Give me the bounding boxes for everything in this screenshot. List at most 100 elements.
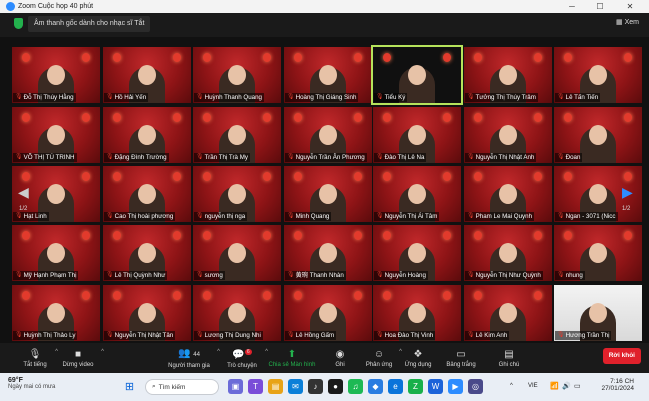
participant-tile[interactable]: 🎙 Đỗ Thị Thúy Hằng <box>12 47 100 103</box>
participant-tile[interactable]: 🎙 Cao Thị hoài phương <box>103 166 191 222</box>
participant-name-label: 🎙 Nguyễn Trần Ân Phương <box>285 153 367 162</box>
participant-tile[interactable]: 🎙 Huỳnh Thị Thảo Ly <box>12 285 100 341</box>
tiktok-icon[interactable]: ♪ <box>308 379 323 394</box>
chevron-up-icon[interactable]: ^ <box>101 349 104 355</box>
apps-button[interactable]: ❖ Ứng dụng <box>403 343 433 373</box>
participant-name: Hoàng Thị Giáng Sinh <box>295 94 357 101</box>
participant-name-label: 🎙 VÕ THỊ TÚ TRINH <box>13 153 77 162</box>
reactions-button[interactable]: ☺ Phản ứng ^ <box>364 343 402 373</box>
participant-tile[interactable]: 🎙 nguyễn thị nga <box>193 166 281 222</box>
participant-tile[interactable]: 🎙 黄琬 Thanh Nhàn <box>284 225 372 281</box>
participant-tile[interactable]: 🎙 sương <box>193 225 281 281</box>
participant-tile[interactable]: 🎙 VÕ THỊ TÚ TRINH <box>12 107 100 163</box>
zoom-taskbar-icon[interactable]: ▶ <box>448 379 463 394</box>
participant-tile[interactable]: 🎙 Nguyễn Hoàng <box>373 225 461 281</box>
view-button[interactable]: ▦ Xem <box>616 18 639 26</box>
store-icon[interactable]: ◆ <box>368 379 383 394</box>
teams-icon[interactable]: T <box>248 379 263 394</box>
messenger-icon[interactable]: ✉ <box>288 379 303 394</box>
chevron-up-icon[interactable]: ^ <box>55 349 58 355</box>
chat-icon: 💬 6 <box>232 349 252 361</box>
participant-tile[interactable]: 🎙 Huỳnh Thanh Quang <box>193 47 281 103</box>
chevron-up-icon[interactable]: ^ <box>399 349 402 355</box>
lantern-decoration <box>263 53 271 62</box>
participant-tile[interactable]: 🎙 Nguyễn Thị Ái Tâm <box>373 166 461 222</box>
app-icon-2[interactable]: ◎ <box>468 379 483 394</box>
record-button[interactable]: ◉ Ghi <box>330 343 350 373</box>
lantern-decoration <box>624 172 632 181</box>
participant-tile[interactable]: 🎙 Đoan <box>554 107 642 163</box>
language-indicator[interactable]: VIE <box>528 383 538 389</box>
mic-muted-icon: 🎙 <box>376 272 384 278</box>
participant-tile[interactable]: 🎙 Đặng Đình Trường <box>103 107 191 163</box>
participant-tile[interactable]: 🎙 Tưởng Thị Thúy Trâm <box>464 47 552 103</box>
prev-page-arrow-icon[interactable]: ◀ <box>18 184 29 201</box>
share-screen-button[interactable]: ⬆ Chia sẻ Màn hình <box>268 343 316 373</box>
lantern-decoration <box>443 231 451 240</box>
participant-tile[interactable]: 🎙 Pham Le Mai Quynh <box>464 166 552 222</box>
participant-tile[interactable]: 🎙 Lê Kim Anh <box>464 285 552 341</box>
participant-tile[interactable]: 🎙 nhung <box>554 225 642 281</box>
taskbar-search[interactable]: ⌕ Tìm kiếm <box>145 379 219 395</box>
participant-tile[interactable]: 🎙 Hồ Hải Yến <box>103 47 191 103</box>
view-button-label: Xem <box>624 19 639 26</box>
lantern-decoration <box>113 53 121 62</box>
lantern-decoration <box>82 172 90 181</box>
weather-widget[interactable]: 69°F Ngày mai có mưa <box>8 377 68 390</box>
participant-tile[interactable]: 🎙 Hoa Đào Thị Vinh <box>373 285 461 341</box>
lantern-decoration <box>474 172 482 181</box>
participant-tile[interactable]: 🎙 Mỹ Hạnh Phạm Thị <box>12 225 100 281</box>
mic-muted-icon: 🎙 <box>376 213 384 219</box>
spotify-icon[interactable]: ♫ <box>348 379 363 394</box>
participant-tile[interactable]: 🎙 Hoàng Thị Giáng Sinh <box>284 47 372 103</box>
maximize-button[interactable]: ☐ <box>589 0 611 13</box>
clock[interactable]: 7:16 CH 27/01/2024 <box>594 378 634 392</box>
participants-button[interactable]: 👥 44 Người tham gia ^ <box>166 343 220 373</box>
battery-icon[interactable]: ▭ <box>574 382 581 390</box>
word-icon[interactable]: W <box>428 379 443 394</box>
security-shield-icon[interactable] <box>14 18 23 29</box>
participant-tile[interactable]: 🎙 Minh Quang <box>284 166 372 222</box>
taskview-icon[interactable]: ▣ <box>228 379 243 394</box>
apps-icon: ❖ <box>413 348 423 360</box>
zalo-icon[interactable]: Z <box>408 379 423 394</box>
participant-tile[interactable]: 🎙 Đào Thị Lê Na <box>373 107 461 163</box>
participant-tile[interactable]: 🎙 Hương Trần Thị <box>554 285 642 341</box>
participant-tile[interactable]: 🎙 Lê Tấn Tiến <box>554 47 642 103</box>
minimize-button[interactable]: ─ <box>561 0 583 13</box>
participant-tile[interactable]: 🎙 Nguyễn Thị Nhật Tân <box>103 285 191 341</box>
whiteboard-button[interactable]: ▭ Bảng trắng <box>445 343 477 373</box>
participant-face <box>589 303 607 323</box>
participant-name: Hương Trần Thị <box>565 332 610 339</box>
participant-tile[interactable]: 🎙 Nguyễn Thị Nhật Anh <box>464 107 552 163</box>
participant-tile[interactable]: 🎙 Trần Thị Trà My <box>193 107 281 163</box>
participant-tile[interactable]: 🎙 Nguyễn Trần Ân Phương <box>284 107 372 163</box>
lantern-decoration <box>443 291 451 300</box>
grid-icon: ▦ <box>616 19 625 26</box>
edge-icon[interactable]: e <box>388 379 403 394</box>
close-button[interactable]: ✕ <box>619 0 641 13</box>
mute-button[interactable]: 🎙 Tắt tiếng ^ <box>20 343 58 373</box>
chevron-up-icon[interactable]: ^ <box>217 349 220 355</box>
notes-button[interactable]: ▤ Ghi chú <box>496 343 522 373</box>
volume-icon[interactable]: 🔊 <box>562 382 571 390</box>
participant-tile[interactable]: 🎙 Lương Thị Dung Nhi <box>193 285 281 341</box>
mic-muted-icon: 🎙 <box>196 213 204 219</box>
leave-button[interactable]: Rời khỏi <box>602 348 641 364</box>
mute-label: Tắt tiếng <box>23 361 47 368</box>
wifi-icon[interactable]: 📶 <box>550 382 559 390</box>
participant-name: nguyễn thị nga <box>204 213 246 220</box>
stop-video-button[interactable]: ■ Dừng video ^ <box>60 343 104 373</box>
original-sound-notice[interactable]: Âm thanh gốc dành cho nhạc sĩ Tắt <box>28 16 151 32</box>
tray-chevron-icon[interactable]: ^ <box>510 383 513 389</box>
search-placeholder: Tìm kiếm <box>158 383 186 391</box>
file-explorer-icon[interactable]: ▤ <box>268 379 283 394</box>
windows-start-icon[interactable]: ⊞ <box>122 379 137 394</box>
participant-tile[interactable]: 🎙 Nguyễn Thị Như Quỳnh <box>464 225 552 281</box>
participant-tile[interactable]: 🎙 Tiểu Ký <box>371 45 463 105</box>
app-icon[interactable]: ● <box>328 379 343 394</box>
next-page-arrow-icon[interactable]: ▶ <box>622 184 633 201</box>
chat-button[interactable]: 💬 6 Trò chuyện ^ <box>224 343 268 373</box>
participant-tile[interactable]: 🎙 Lê Hồng Gấm <box>284 285 372 341</box>
participant-tile[interactable]: 🎙 Lê Thị Quỳnh Như <box>103 225 191 281</box>
